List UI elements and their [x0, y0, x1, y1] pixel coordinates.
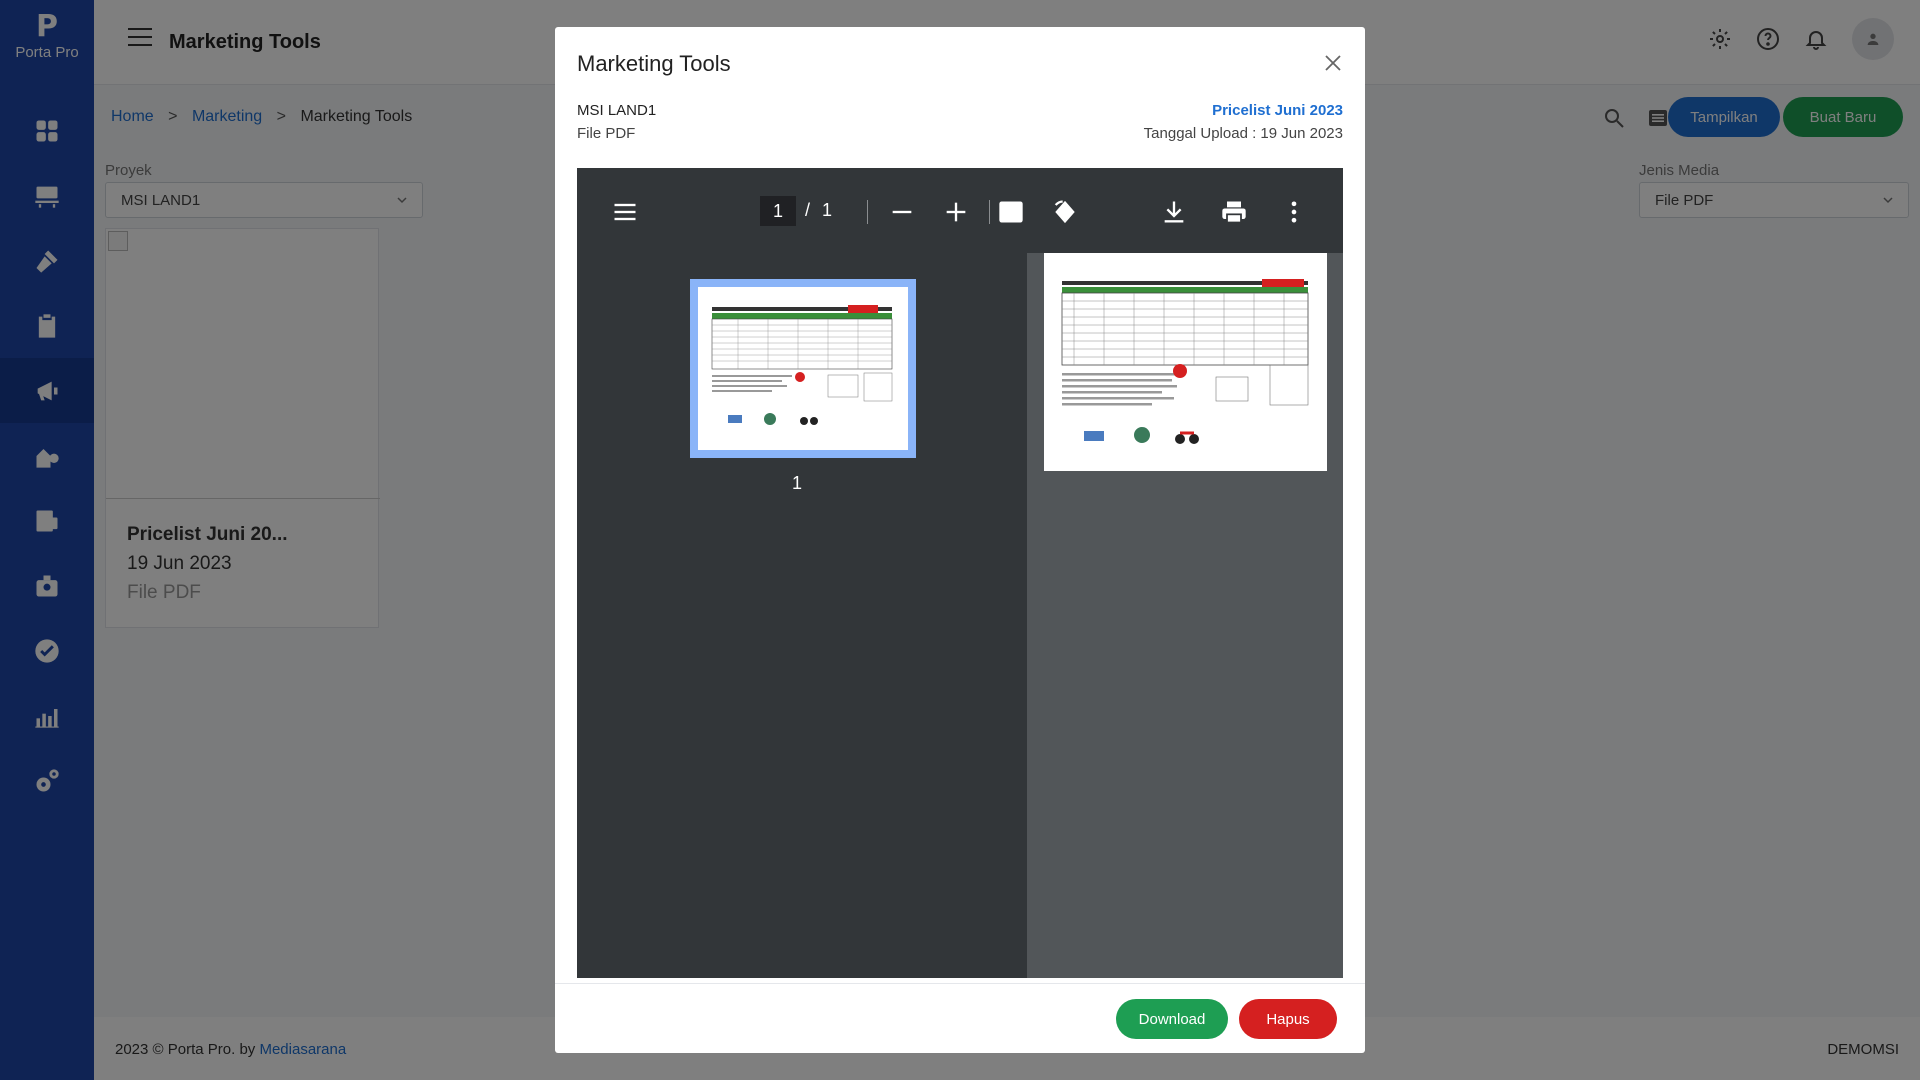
- modal-title: Marketing Tools: [577, 51, 731, 76]
- pdf-page-input[interactable]: 1: [760, 196, 796, 226]
- pdf-toolbar: 1 / 1: [577, 168, 1343, 253]
- more-options-icon[interactable]: [1280, 198, 1308, 226]
- pdf-download-icon[interactable]: [1160, 198, 1188, 226]
- pdf-thumbnail-number: 1: [792, 473, 803, 493]
- print-icon[interactable]: [1220, 198, 1248, 226]
- toolbar-divider: [989, 200, 990, 224]
- modal-footer: Download Hapus: [555, 983, 1365, 1053]
- preview-modal: Marketing Tools MSI LAND1 File PDF Price…: [555, 27, 1365, 1053]
- modal-upload-date: Tanggal Upload : 19 Jun 2023: [1143, 125, 1343, 142]
- modal-file-type: File PDF: [577, 125, 636, 142]
- close-icon[interactable]: [1323, 53, 1343, 73]
- toolbar-divider: [867, 200, 868, 224]
- zoom-in-icon[interactable]: [942, 198, 970, 226]
- modal-project: MSI LAND1: [577, 102, 657, 119]
- modal-file-name[interactable]: Pricelist Juni 2023: [1212, 102, 1343, 119]
- pdf-thumbnail-page: [698, 287, 908, 450]
- pdf-page-separator: /: [805, 200, 811, 220]
- hapus-button[interactable]: Hapus: [1239, 999, 1337, 1039]
- zoom-out-icon[interactable]: [888, 198, 916, 226]
- fit-page-icon[interactable]: [997, 198, 1025, 226]
- pricelist-thumbnail-graphic: [711, 305, 893, 425]
- pdf-page-view: [1044, 253, 1327, 471]
- pdf-thumbnail-selected[interactable]: [690, 279, 916, 458]
- pdf-viewer: 1 / 1 1: [577, 168, 1343, 978]
- rotate-icon[interactable]: [1051, 198, 1079, 226]
- pdf-menu-icon[interactable]: [611, 198, 639, 226]
- pricelist-page-graphic: [1061, 279, 1309, 444]
- pdf-page-total: 1: [822, 200, 833, 220]
- pdf-thumbnail-pane: 1: [577, 253, 1027, 978]
- download-button[interactable]: Download: [1116, 999, 1228, 1039]
